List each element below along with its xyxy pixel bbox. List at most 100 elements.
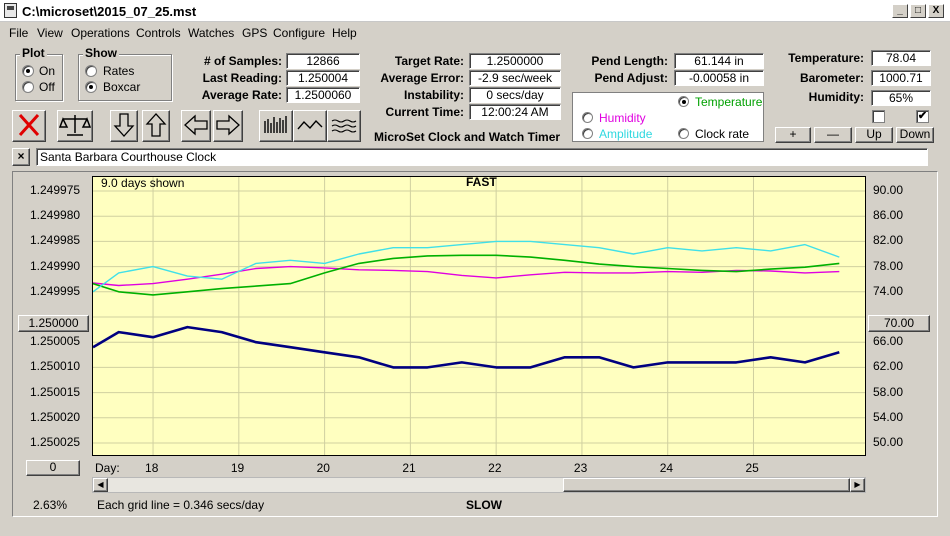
menu-file[interactable]: File (9, 26, 28, 40)
right-axis-tick-label: 54.00 (873, 409, 904, 424)
aux-amplitude-radio[interactable] (582, 128, 593, 139)
current-time-field: 12:00:24 AM (469, 104, 561, 120)
pend-length-field[interactable]: 61.144 in (674, 53, 764, 69)
aux-temperature-radio[interactable] (678, 96, 689, 107)
left-axis-tick-label: 1.249985 (30, 233, 81, 248)
grid-note-label: Each grid line = 0.346 secs/day (97, 498, 265, 512)
close-button[interactable]: X (928, 4, 944, 18)
target-rate-label: Target Rate: (394, 54, 464, 68)
instability-label: Instability: (403, 88, 464, 102)
menu-configure[interactable]: Configure (273, 26, 325, 40)
pend-adjust-label: Pend Adjust: (594, 71, 668, 85)
left-axis-tick-label: 1.249990 (30, 258, 81, 273)
aux-humidity-radio[interactable] (582, 112, 593, 123)
app-icon[interactable] (4, 3, 17, 18)
arrow-left-button[interactable] (181, 110, 211, 142)
down-button[interactable]: Down (896, 127, 934, 143)
left-axis-tick-label: 1.249975 (30, 183, 81, 197)
plot-group-title: Plot (20, 46, 47, 60)
app-caption: MicroSet Clock and Watch Timer (374, 130, 561, 144)
clear-description-button[interactable]: × (12, 148, 30, 166)
right-axis-tick-label: 66.00 (873, 334, 904, 349)
humidity-series-line (93, 265, 840, 287)
menu-watches[interactable]: Watches (188, 26, 234, 40)
average-rate-field: 1.2500060 (286, 87, 360, 103)
up-button[interactable]: Up (855, 127, 893, 143)
left-checkbox[interactable] (872, 110, 885, 123)
temperature-label: Temperature: (788, 51, 864, 65)
plot-area[interactable] (92, 176, 866, 456)
plot-on-radio[interactable] (22, 65, 34, 77)
humidity-field: 65% (871, 90, 931, 106)
horizontal-scrollbar[interactable]: ◀ ▶ (92, 477, 866, 493)
x-axis-tick-label: 23 (573, 461, 588, 475)
show-rates-radio[interactable] (85, 65, 97, 77)
show-group-title: Show (83, 46, 119, 60)
scroll-right-button[interactable]: ▶ (850, 478, 865, 492)
x-axis-tick-label: 20 (316, 461, 330, 475)
plot-off-label[interactable]: Off (39, 80, 55, 94)
average-error-label: Average Error: (380, 71, 464, 85)
stop-button[interactable] (12, 110, 46, 142)
minus-button[interactable]: — (814, 127, 852, 143)
average-error-field: -2.9 sec/week (469, 70, 561, 86)
slow-label: SLOW (466, 498, 502, 512)
right-axis-tick-label: 86.00 (873, 208, 904, 223)
scroll-left-button[interactable]: ◀ (93, 478, 108, 492)
left-axis-tick-label: 1.250015 (30, 384, 81, 399)
close-icon: × (17, 149, 25, 163)
balance-icon (58, 115, 92, 136)
menu-bar: File View Operations Controls Watches GP… (0, 22, 950, 42)
menu-help[interactable]: Help (332, 26, 357, 40)
right-axis-tick-label: 78.00 (873, 258, 904, 273)
description-input[interactable]: Santa Barbara Courthouse Clock (36, 148, 928, 166)
current-time-label: Current Time: (385, 105, 464, 119)
percent-label: 2.63% (33, 498, 68, 512)
aux-clock-rate-radio[interactable] (678, 128, 689, 139)
chart-svg (93, 177, 865, 455)
target-rate-field[interactable]: 1.2500000 (469, 53, 561, 69)
left-center-button[interactable]: 1.250000 (18, 315, 89, 332)
scroll-thumb[interactable] (563, 478, 850, 492)
aux-clock-rate-label[interactable]: Clock rate (695, 127, 749, 141)
show-boxcar-label[interactable]: Boxcar (103, 80, 140, 94)
bar-chart-button[interactable] (259, 110, 293, 142)
x-axis-tick-label: 21 (402, 461, 416, 475)
menu-gps[interactable]: GPS (242, 26, 267, 40)
menu-operations[interactable]: Operations (71, 26, 130, 40)
menu-view[interactable]: View (37, 26, 63, 40)
arrow-right-button[interactable] (213, 110, 243, 142)
right-checkbox[interactable]: ✔ (916, 110, 929, 123)
wave-button[interactable] (293, 110, 327, 142)
aux-temperature-label[interactable]: Temperature (695, 95, 762, 109)
left-axis-tick-label: 1.249995 (30, 283, 81, 298)
x-axis-tick-label: 24 (659, 461, 674, 475)
last-reading-field: 1.250004 (286, 70, 360, 86)
show-boxcar-radio[interactable] (85, 81, 97, 93)
arrow-right-icon (216, 114, 240, 136)
stop-icon (18, 113, 40, 137)
noise-button[interactable] (327, 110, 361, 142)
x-axis-tick-label: 22 (488, 461, 502, 475)
samples-field: 12866 (286, 53, 360, 69)
aux-humidity-label[interactable]: Humidity (599, 111, 646, 125)
left-axis-tick-label: 1.250010 (30, 359, 81, 374)
minimize-button[interactable]: _ (892, 4, 908, 18)
x-axis-tick-label: 18 (145, 461, 159, 475)
pend-adjust-field: -0.00058 in (674, 70, 764, 86)
arrow-up-button[interactable] (142, 110, 170, 142)
plot-off-radio[interactable] (22, 81, 34, 93)
offset-button[interactable]: 0 (26, 460, 80, 476)
plus-button[interactable]: + (775, 127, 811, 143)
plot-on-label[interactable]: On (39, 64, 55, 78)
maximize-button[interactable]: □ (910, 4, 926, 18)
arrow-down-button[interactable] (110, 110, 138, 142)
last-reading-label: Last Reading: (202, 71, 282, 85)
show-rates-label[interactable]: Rates (103, 64, 134, 78)
right-center-button[interactable]: 70.00 (868, 315, 930, 332)
barometer-label: Barometer: (799, 71, 864, 85)
wave-icon (297, 119, 323, 130)
balance-button[interactable] (57, 110, 93, 142)
menu-controls[interactable]: Controls (136, 26, 181, 40)
aux-amplitude-label[interactable]: Amplitude (599, 127, 652, 141)
